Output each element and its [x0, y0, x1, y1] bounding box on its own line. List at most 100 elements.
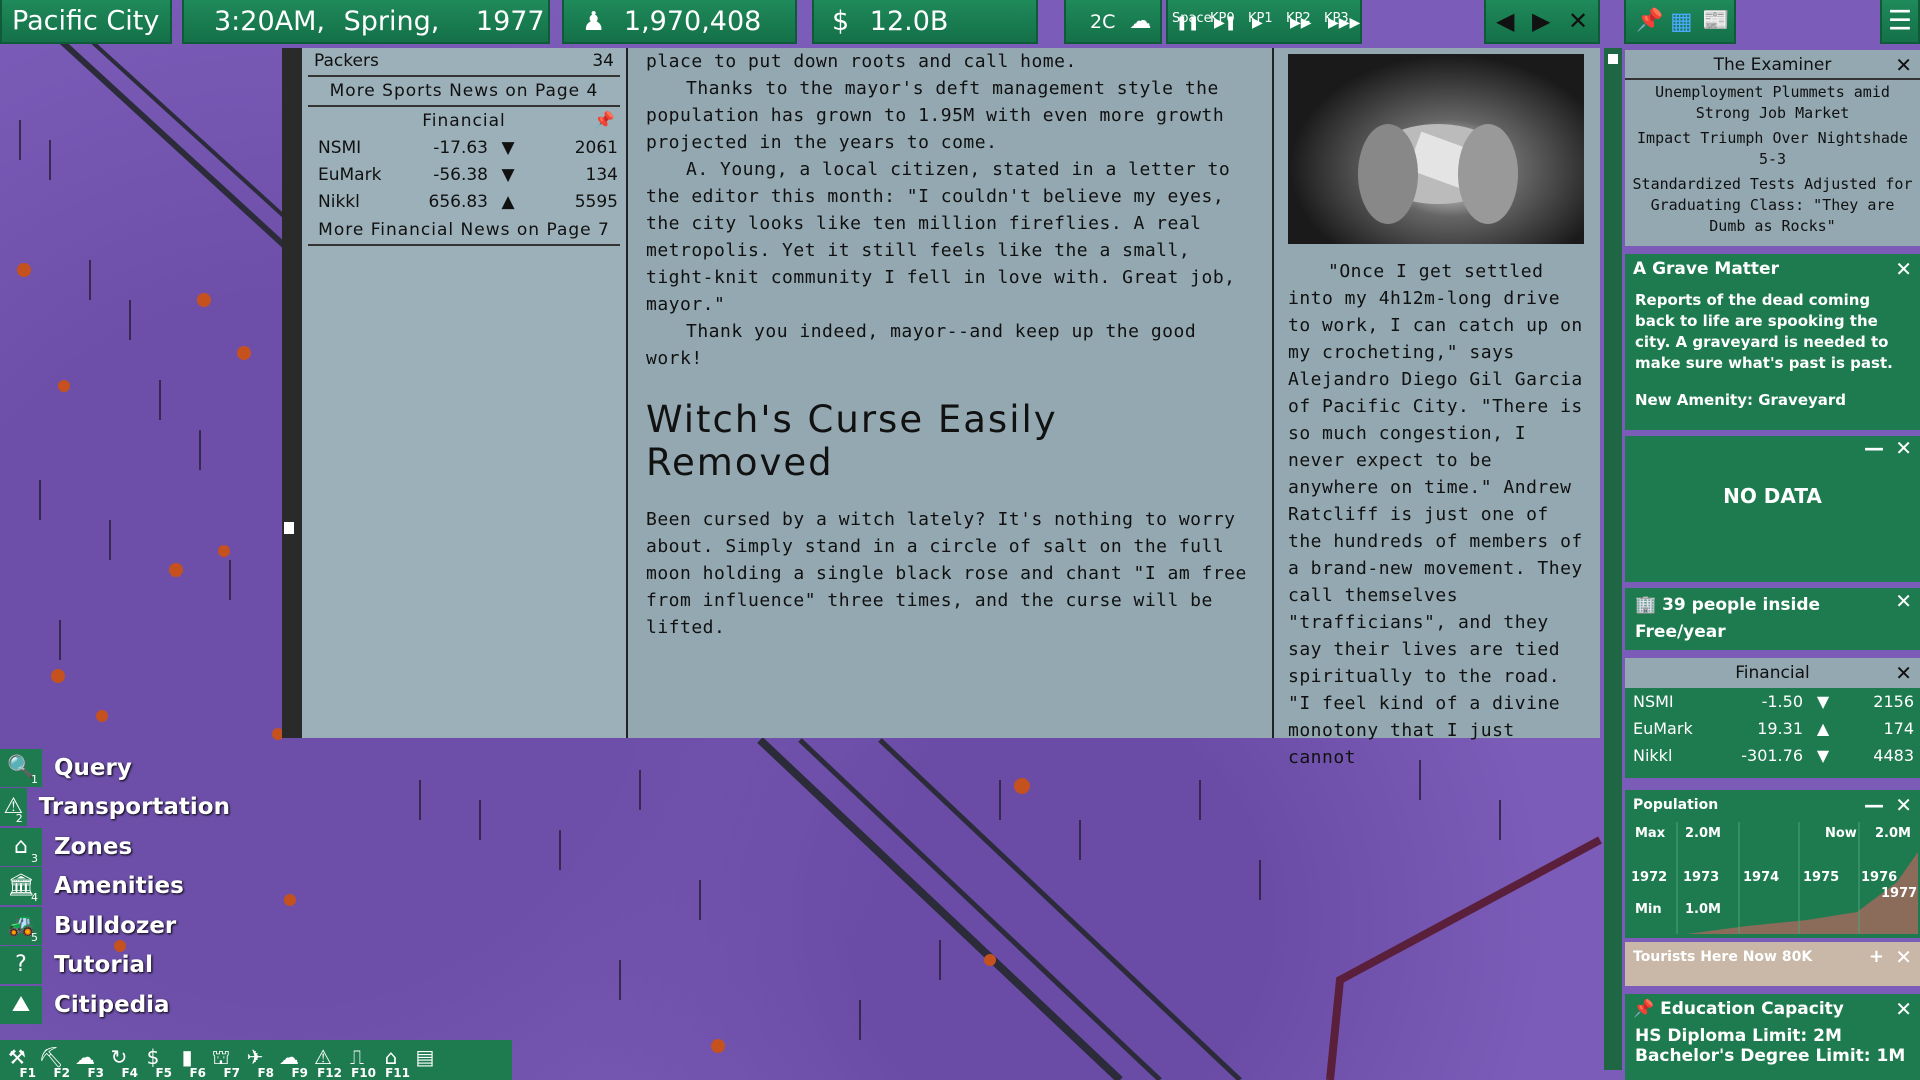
menu-label: Transportation — [38, 794, 230, 821]
scroll-thumb[interactable] — [1608, 54, 1618, 64]
pin-icon[interactable]: 📌 — [1636, 0, 1663, 42]
financial-table: NSMI -17.63 ▼ 2061 EuMark -56.38 ▼ 134 Nikkl 656.… — [302, 135, 626, 216]
menu-item-amenities[interactable]: 🏛 4 Amenities — [0, 867, 230, 907]
speed-key-label: KP1 — [1248, 11, 1273, 26]
fkey-tool-button[interactable]: ▤ — [408, 1040, 442, 1080]
menu-item-citipedia[interactable]: ⛰ Citipedia — [0, 985, 230, 1025]
prev-arrow-icon[interactable]: ◀ — [1496, 0, 1514, 42]
main-menu-button[interactable]: ☰ — [1880, 0, 1920, 44]
speed-button[interactable]: ▶▶▶ KP3 — [1324, 0, 1362, 44]
fkey-tool-button[interactable]: ↻ F4 — [102, 1040, 138, 1080]
fkey-tool-button[interactable]: ⚠ F12 — [306, 1040, 342, 1080]
menu-item-transportation[interactable]: ⚠ 2 Transportation — [0, 788, 230, 828]
examiner-headline[interactable]: Standardized Tests Adjusted for Graduati… — [1625, 172, 1920, 239]
fkey-tool-button[interactable]: ✈ F8 — [238, 1040, 274, 1080]
no-data-label: NO DATA — [1723, 484, 1822, 508]
close-icon[interactable]: ✕ — [1895, 588, 1912, 615]
more-financial-link[interactable]: More Financial News on Page 7 — [302, 216, 626, 244]
close-icon[interactable]: ✕ — [1895, 942, 1912, 972]
newspaper: Packers 34 More Sports News on Page 4 Fi… — [302, 48, 1600, 768]
index-change: -301.76 — [1741, 746, 1803, 765]
headline-witch: Witch's Curse Easily Removed — [646, 398, 1058, 484]
menu-item-tutorial[interactable]: ? Tutorial — [0, 946, 230, 986]
examiner-panel: The Examiner ✕ Unemployment Plummets ami… — [1625, 50, 1920, 246]
fkey-tool-button[interactable]: ☁ F9 — [272, 1040, 308, 1080]
close-all-icon[interactable]: ✕ — [1568, 0, 1588, 42]
index-value: 2156 — [1873, 692, 1914, 711]
expand-icon[interactable]: + — [1869, 942, 1884, 972]
grave-amenity: New Amenity: Graveyard — [1635, 391, 1847, 409]
fkey-tool-button[interactable]: ⛏ F2 — [34, 1040, 70, 1080]
index-name: EuMark — [318, 165, 382, 185]
fkey-tool-button[interactable]: $ F5 — [136, 1040, 172, 1080]
index-name: Nikkl — [1633, 746, 1673, 765]
menu-item-query[interactable]: 🔍 1 Query — [0, 748, 230, 788]
menu-label: Bulldozer — [54, 912, 177, 939]
hotkey-label: 4 — [31, 891, 38, 905]
newspaper-left-edge[interactable] — [282, 48, 302, 738]
people-fee: Free/year — [1635, 622, 1726, 642]
examiner-headline[interactable]: Impact Triumph Over Nightshade 5-3 — [1625, 126, 1920, 172]
newspaper-right-column: "Once I get settled into my 4h12m-long d… — [1276, 48, 1600, 768]
index-value: 4483 — [1873, 746, 1914, 765]
fkey-tool-button[interactable]: ⎍ F10 — [340, 1040, 376, 1080]
function-key-bar: ⚒ F1 ⛏ F2 ☁ F3 ↻ F4 $ F5 ▮ F6 ⛫ F7 ✈ F8 ☁ F9 ⚠ F12 ⎍ F10 ⌂ F11 ▤ — [0, 1040, 512, 1080]
trend-arrow-icon: ▲ — [501, 192, 515, 212]
fkey-tool-button[interactable]: ⌂ F11 — [374, 1040, 410, 1080]
date-box[interactable]: 3:20AM, Spring, 1977 — [182, 0, 550, 44]
trend-arrow-icon: ▼ — [501, 165, 515, 185]
close-icon[interactable]: ✕ — [1895, 790, 1912, 820]
newspaper-left-column: Packers 34 More Sports News on Page 4 Fi… — [302, 48, 628, 738]
people-count: 39 people inside — [1662, 595, 1821, 615]
financial-row: Nikkl -301.76 ▼ 4483 — [1625, 742, 1920, 769]
next-arrow-icon[interactable]: ▶ — [1532, 0, 1550, 42]
population-box[interactable]: ♟ 1,970,408 — [562, 0, 797, 44]
resize-handle[interactable] — [284, 522, 296, 534]
pop-min-value: 1.0M — [1685, 902, 1721, 917]
more-sports-link[interactable]: More Sports News on Page 4 — [302, 77, 626, 105]
fkey-tool-button[interactable]: ▮ F6 — [170, 1040, 206, 1080]
close-icon[interactable]: ✕ — [1895, 254, 1912, 284]
speed-button[interactable]: ▶ KP1 — [1248, 0, 1286, 44]
right-scrollbar[interactable] — [1604, 48, 1622, 1070]
weather-box[interactable]: 2C ☁ — [1064, 0, 1162, 44]
close-icon[interactable]: ✕ — [1895, 50, 1912, 80]
fkey-tool-button[interactable]: ⚒ F1 — [0, 1040, 36, 1080]
money-symbol: $ — [832, 5, 850, 37]
fkey-tool-button[interactable]: ⛫ F7 — [204, 1040, 240, 1080]
minimize-icon[interactable]: — — [1864, 790, 1884, 820]
city-name-box[interactable]: Pacific City — [0, 0, 172, 44]
grid-icon[interactable]: ▦ — [1670, 0, 1693, 42]
examiner-headline[interactable]: Unemployment Plummets amid Strong Job Ma… — [1625, 80, 1920, 126]
no-data-panel: — ✕ NO DATA — [1625, 436, 1920, 582]
article-paragraph: A. Young, a local citizen, stated in a l… — [646, 159, 1236, 315]
menu-item-bulldozer[interactable]: 🚜 5 Bulldozer — [0, 906, 230, 946]
close-icon[interactable]: ✕ — [1895, 658, 1912, 688]
index-name: Nikkl — [318, 192, 360, 212]
minimize-icon[interactable]: — — [1864, 436, 1884, 460]
grave-matter-panel: A Grave Matter ✕ Reports of the dead com… — [1625, 254, 1920, 430]
menu-item-zones[interactable]: ⌂ 3 Zones — [0, 827, 230, 867]
index-change: 656.83 — [428, 192, 488, 212]
pin-icon[interactable]: 📌 — [594, 107, 616, 135]
fkey-tool-button[interactable]: ☁ F3 — [68, 1040, 104, 1080]
index-name: NSMI — [1633, 692, 1674, 711]
speed-button[interactable]: ❚❚ Space — [1172, 0, 1212, 44]
team-name: Packers — [314, 51, 379, 71]
trend-arrow-icon: ▲ — [1816, 719, 1830, 738]
team-score: 34 — [592, 51, 614, 71]
money-box[interactable]: $ 12.0B — [812, 0, 1038, 44]
speed-button[interactable]: ▶❚ KP0 — [1210, 0, 1248, 44]
newspaper-icon[interactable]: 📰 — [1702, 0, 1729, 42]
pin-icon[interactable]: 📌 — [1633, 999, 1654, 1019]
article-paragraph: Thank you indeed, mayor--and keep up the… — [646, 321, 1197, 369]
speed-key-label: Space — [1172, 11, 1212, 26]
examiner-title: The Examiner ✕ — [1625, 50, 1920, 80]
speed-button[interactable]: ▶▶ KP2 — [1286, 0, 1324, 44]
close-icon[interactable]: ✕ — [1895, 994, 1912, 1024]
year-tick: 1974 — [1743, 870, 1780, 885]
index-value: 174 — [1883, 719, 1914, 738]
speed-controls: ❚❚ Space ▶❚ KP0 ▶ KP1 ▶▶ KP2 ▶▶▶ KP3 — [1166, 0, 1362, 44]
snow-cloud-icon: ☁ — [1129, 8, 1152, 34]
close-icon[interactable]: ✕ — [1895, 436, 1912, 460]
